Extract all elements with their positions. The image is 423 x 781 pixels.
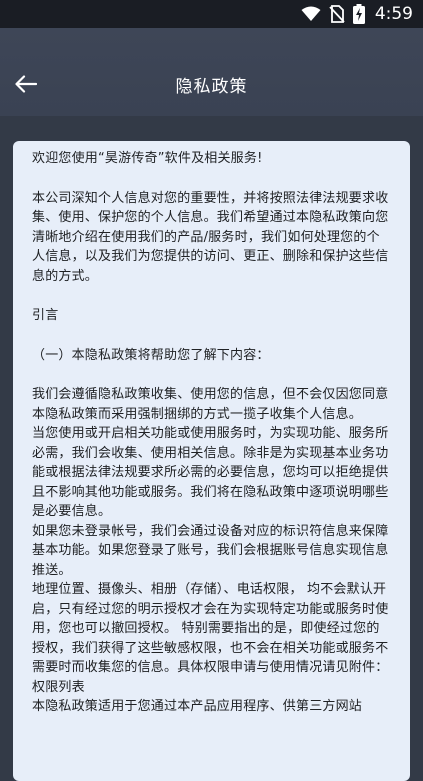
policy-content[interactable]: 欢迎您使用“昊游传奇”软件及相关服务! 本公司深知个人信息对您的重要性，并将按照…	[13, 141, 410, 781]
status-bar: 4:59	[0, 0, 423, 28]
policy-paragraph: 如果您未登录帐号，我们会通过设备对应的标识符信息来保障基本功能。如果您登录了账号…	[32, 523, 389, 578]
page-title: 隐私政策	[175, 77, 248, 97]
battery-charging-icon	[352, 4, 365, 24]
status-time: 4:59	[374, 4, 413, 24]
wifi-icon	[301, 6, 321, 22]
welcome-text: 欢迎您使用“昊游传奇”软件及相关服务!	[32, 151, 263, 166]
no-sim-icon	[329, 5, 345, 23]
policy-paragraph: 我们会遵循隐私政策收集、使用您的信息，但不会仅因您同意本隐私政策而采用强制捆绑的…	[32, 387, 389, 422]
section-heading: （一）本隐私政策将帮助您了解下内容：	[32, 347, 270, 363]
policy-paragraph: 当您使用或开启相关功能或使用服务时，为实现功能、服务所必需，我们会收集、使用相关…	[32, 426, 389, 519]
preface-heading: 引言	[32, 308, 59, 323]
status-icons: 4:59	[301, 0, 413, 28]
intro-paragraph: 本公司深知个人信息对您的重要性，并将按照法律法规要求收集、使用、保护您的个人信息…	[32, 190, 389, 284]
policy-paragraph: 本隐私政策适用于您通过本产品应用程序、供第三方网站	[32, 699, 363, 714]
app-bar: 隐私政策	[0, 28, 423, 116]
policy-paragraph: 地理位置、摄像头、相册（存储）、电话权限， 均不会默认开启，只有经过您的明示授权…	[32, 582, 389, 695]
